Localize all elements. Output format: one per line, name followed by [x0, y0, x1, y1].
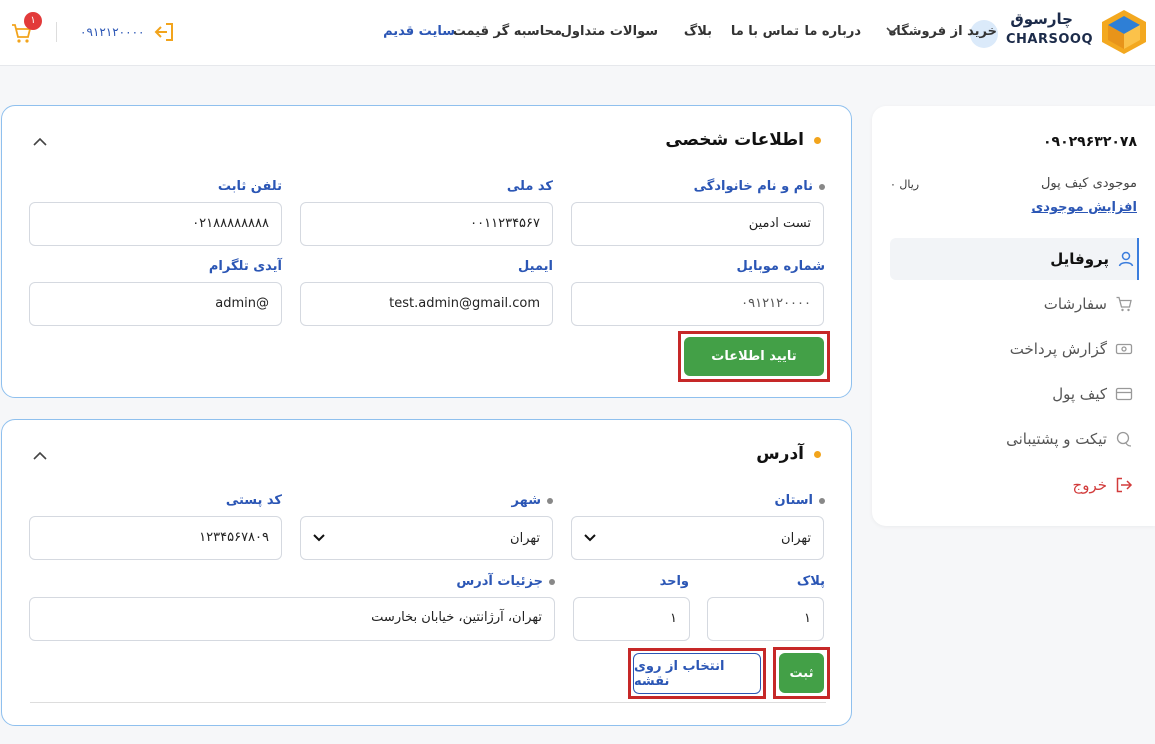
nav-contact[interactable]: تماس با ما [731, 24, 799, 39]
address-details-label: جزئیات آدرس [456, 574, 555, 589]
header-divider [56, 22, 57, 42]
user-icon [1118, 251, 1134, 267]
telegram-input[interactable]: admin@ [29, 282, 282, 326]
postal-code-input[interactable]: ۱۲۳۴۵۶۷۸۰۹ [29, 516, 282, 560]
required-dot-icon [547, 497, 553, 504]
national-code-label: کد ملی [506, 179, 553, 194]
charsooq-logo-icon[interactable] [1098, 8, 1150, 56]
telegram-label: آیدی تلگرام [208, 259, 282, 274]
unit-label: واحد [659, 574, 689, 589]
chat-icon [1116, 431, 1132, 447]
sidebar-item-support[interactable]: تیکت و پشتیبانی [890, 418, 1137, 460]
unit-input[interactable]: ۱ [573, 597, 690, 641]
collapse-chevron-up-icon[interactable] [32, 136, 48, 148]
nav-shop[interactable]: خرید از فروشگاه [889, 24, 997, 39]
national-code-input[interactable]: ۰۰۱۱۲۳۴۵۶۷ [300, 202, 553, 246]
sidebar-item-payment-report[interactable]: گزارش پرداخت [890, 328, 1137, 370]
label-text: شهر [511, 493, 541, 508]
submit-address-button[interactable]: ثبت [779, 653, 824, 693]
wallet-balance-value: ۰ ریال [890, 178, 920, 191]
chevron-down-icon [313, 534, 325, 542]
select-value: تهران [781, 530, 811, 546]
required-dot-icon [819, 183, 825, 190]
nav-faq[interactable]: سوالات متداول [561, 24, 658, 39]
sidebar-item-label: پروفایل [1050, 250, 1109, 268]
logo-text-fa[interactable]: چارسوق [1010, 10, 1073, 28]
user-phone: ۰۹۰۲۹۶۳۲۰۷۸ [1043, 134, 1137, 150]
postal-code-label: کد پستی [225, 493, 282, 508]
sidebar-item-label: تیکت و پشتیبانی [1006, 430, 1107, 448]
logout-icon [1116, 477, 1133, 493]
nav-old-site[interactable]: سایت قدیم [383, 24, 455, 39]
nav-price-calculator[interactable]: محاسبه گر قیمت [453, 24, 562, 39]
plaque-input[interactable]: ۱ [707, 597, 824, 641]
address-details-textarea[interactable]: تهران، آرژانتین، خیابان بخارست [29, 597, 555, 641]
required-dot-icon [549, 578, 555, 585]
profile-sidebar: ۰۹۰۲۹۶۳۲۰۷۸ موجودی کیف پول ۰ ریال افزایش… [872, 106, 1155, 526]
landline-label: تلفن ثابت [217, 179, 282, 194]
full-name-label: نام و نام خانوادگی [694, 179, 825, 194]
email-input[interactable]: test.admin@gmail.com [300, 282, 553, 326]
address-card: آدرس استان شهر کد پستی تهران تهران ۱۲۳۴۵… [1, 419, 852, 726]
select-from-map-button[interactable]: انتخاب از روی نقشه [633, 653, 761, 694]
title-dot-icon [814, 450, 821, 458]
full-name-input[interactable]: تست ادمین [571, 202, 824, 246]
chevron-down-icon[interactable] [885, 26, 899, 36]
label-text: استان [774, 493, 813, 508]
cart-count-badge: ۱ [24, 12, 42, 30]
sidebar-item-label: گزارش پرداخت [1009, 340, 1107, 358]
title-dot-icon [814, 136, 821, 144]
wallet-balance-label: موجودی کیف پول [1040, 176, 1137, 191]
header-phone[interactable]: ۰۹۱۲۱۲۰۰۰۰ [80, 25, 144, 39]
logo-text-en[interactable]: CHARSOOQ [1006, 32, 1093, 47]
mobile-input[interactable]: ۰۹۱۲۱۲۰۰۰۰ [571, 282, 824, 326]
sidebar-item-wallet[interactable]: کیف پول [890, 373, 1137, 415]
select-value: تهران [510, 530, 540, 546]
chevron-down-icon [584, 534, 596, 542]
sidebar-item-label: سفارشات [1043, 295, 1107, 313]
label-text: جزئیات آدرس [456, 574, 543, 589]
required-dot-icon [819, 497, 825, 504]
sidebar-item-logout[interactable]: خروج [890, 464, 1137, 506]
sidebar-item-label: خروج [1072, 476, 1107, 494]
card-divider [30, 702, 826, 703]
email-label: ایمیل [518, 259, 553, 274]
login-icon[interactable] [152, 21, 176, 43]
landline-input[interactable]: ۰۲۱۸۸۸۸۸۸۸۸ [29, 202, 282, 246]
plaque-label: پلاک [796, 574, 825, 589]
increase-balance-link[interactable]: افزایش موجودی [1031, 200, 1137, 215]
section-title-text: آدرس [756, 444, 804, 464]
nav-about[interactable]: درباره ما [804, 24, 861, 39]
cash-icon [1115, 343, 1133, 355]
confirm-info-button[interactable]: تایید اطلاعات [684, 337, 824, 376]
collapse-chevron-up-icon[interactable] [32, 450, 48, 462]
card-icon [1115, 387, 1133, 401]
cart-icon [1116, 296, 1132, 312]
top-header: چارسوق CHARSOOQ خرید از فروشگاه درباره م… [0, 0, 1155, 66]
city-label: شهر [512, 493, 553, 508]
nav-blog[interactable]: بلاگ [684, 24, 712, 39]
personal-info-card: اطلاعات شخصی نام و نام خانوادگی کد ملی ت… [1, 105, 852, 398]
sidebar-item-orders[interactable]: سفارشات [890, 283, 1137, 325]
label-text: نام و نام خانوادگی [693, 179, 813, 194]
sidebar-item-profile[interactable]: پروفایل [890, 238, 1139, 280]
sidebar-item-label: کیف پول [1052, 385, 1107, 403]
mobile-label: شماره موبایل [736, 259, 825, 274]
personal-info-title: اطلاعات شخصی [665, 130, 821, 150]
province-label: استان [774, 493, 825, 508]
city-select[interactable]: تهران [300, 516, 553, 560]
section-title-text: اطلاعات شخصی [665, 130, 804, 150]
province-select[interactable]: تهران [571, 516, 824, 560]
address-title: آدرس [756, 444, 821, 464]
